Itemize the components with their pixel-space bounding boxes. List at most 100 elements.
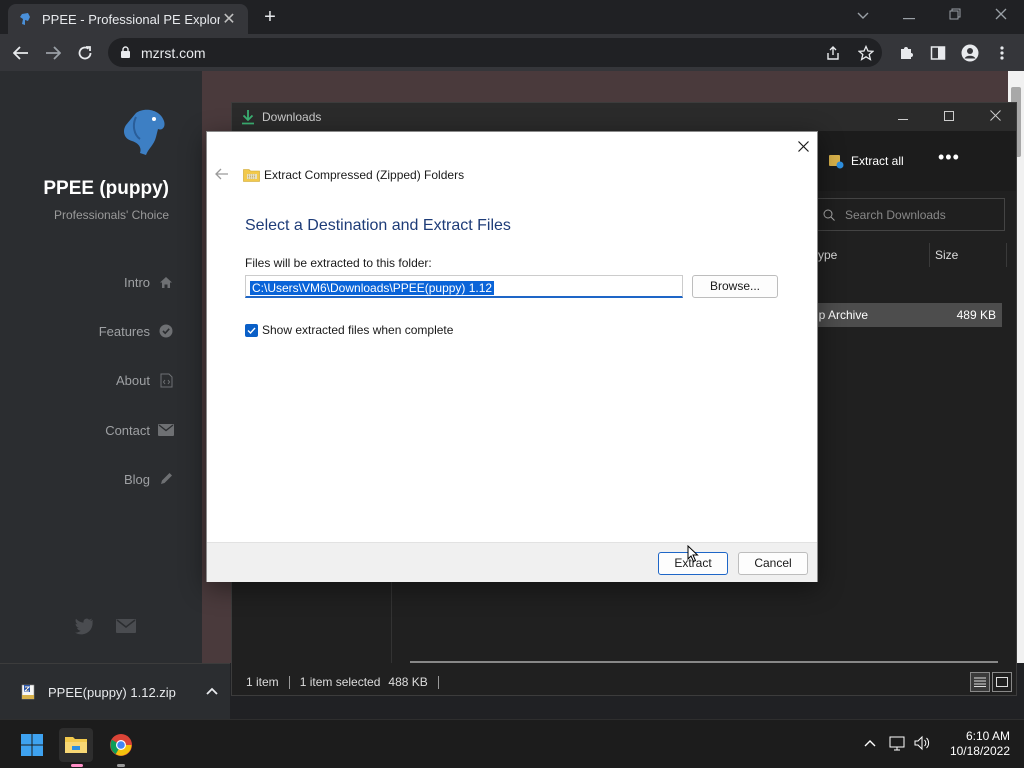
file-row-selected[interactable]: ip Archive 489 KB — [812, 303, 1002, 327]
dialog-footer: Extract Cancel — [207, 542, 817, 582]
column-header-type[interactable]: ype — [818, 248, 837, 262]
website-sidebar: PPEE (puppy) Professionals' Choice Intro… — [0, 71, 202, 663]
status-divider — [288, 675, 290, 689]
destination-path-input[interactable]: C:\Users\VM6\Downloads\PPEE(puppy) 1.12 — [245, 275, 683, 298]
extract-all-icon — [829, 155, 844, 169]
column-header-size[interactable]: Size — [935, 248, 958, 262]
clock-date: 10/18/2022 — [949, 744, 1010, 758]
site-brand: PPEE (puppy) — [43, 178, 169, 199]
nav-intro[interactable]: Intro — [0, 272, 174, 292]
download-shelf-item[interactable]: PPEE(puppy) 1.12.zip — [0, 663, 230, 719]
zipped-folder-icon — [243, 169, 260, 182]
pencil-icon — [158, 471, 174, 487]
explorer-close-icon[interactable] — [972, 103, 1018, 131]
ppee-favicon-icon — [20, 13, 30, 25]
dialog-close-icon[interactable] — [795, 138, 811, 154]
browser-tab-strip: PPEE - Professional PE Explorer ✕ + — [0, 0, 1024, 34]
nav-blog-label: Blog — [123, 471, 150, 487]
lock-icon[interactable] — [120, 46, 131, 59]
address-bar[interactable]: mzrst.com — [108, 38, 882, 67]
windows-taskbar: 6:10 AM 10/18/2022 — [0, 719, 1024, 768]
network-icon[interactable] — [889, 734, 907, 752]
dialog-heading: Select a Destination and Extract Files — [245, 217, 511, 234]
explorer-maximize-icon[interactable] — [926, 103, 972, 131]
taskbar-file-explorer[interactable] — [59, 728, 93, 762]
close-window-icon[interactable] — [978, 0, 1024, 30]
taskbar-chrome[interactable] — [104, 728, 138, 762]
taskbar-clock[interactable]: 6:10 AM 10/18/2022 — [940, 729, 1010, 759]
chevron-up-icon[interactable] — [204, 684, 220, 700]
code-file-icon — [158, 372, 174, 388]
home-icon — [158, 274, 174, 290]
dialog-back-icon[interactable] — [215, 168, 231, 184]
running-app-indicator — [117, 764, 125, 767]
share-icon[interactable] — [823, 43, 843, 63]
horizontal-scrollbar[interactable] — [410, 661, 998, 663]
nav-contact[interactable]: Contact — [0, 420, 174, 440]
url-text: mzrst.com — [141, 44, 206, 61]
navigation-pane[interactable] — [232, 573, 392, 663]
checkbox-checked-icon[interactable] — [245, 323, 258, 337]
mail-social-icon[interactable] — [116, 616, 136, 636]
explorer-title: Downloads — [262, 110, 322, 124]
nav-about[interactable]: About — [0, 370, 174, 390]
tab-close-icon[interactable]: ✕ — [220, 9, 238, 29]
browse-button[interactable]: Browse... — [692, 275, 778, 298]
volume-icon[interactable] — [913, 734, 931, 752]
nav-features[interactable]: Features — [0, 321, 174, 341]
nav-contact-label: Contact — [105, 422, 150, 438]
restore-icon[interactable] — [932, 0, 978, 30]
cancel-button[interactable]: Cancel — [738, 552, 808, 575]
download-filename: PPEE(puppy) 1.12.zip — [48, 685, 176, 700]
browser-toolbar: mzrst.com — [0, 34, 1024, 71]
browser-tab[interactable]: PPEE - Professional PE Explorer ✕ — [8, 4, 248, 34]
destination-path-text: C:\Users\VM6\Downloads\PPEE(puppy) 1.12 — [250, 281, 495, 295]
tab-search-chevron-icon[interactable] — [840, 0, 886, 30]
extract-dialog: Extract Compressed (Zipped) Folders Sele… — [206, 131, 818, 582]
start-button[interactable] — [15, 728, 49, 762]
ppee-dog-logo-icon — [124, 109, 165, 155]
details-view-icon[interactable] — [970, 672, 990, 692]
nav-blog[interactable]: Blog — [0, 469, 174, 489]
explorer-minimize-icon[interactable] — [880, 103, 926, 131]
tiles-view-icon[interactable] — [992, 672, 1012, 692]
zip-file-icon — [21, 684, 35, 700]
minimize-icon[interactable] — [886, 0, 932, 30]
extensions-icon[interactable] — [896, 43, 916, 63]
destination-label: Files will be extracted to this folder: — [245, 256, 432, 270]
clock-time: 6:10 AM — [965, 729, 1010, 743]
new-tab-button[interactable]: + — [258, 6, 282, 30]
column-divider[interactable] — [929, 243, 930, 267]
browser-menu-icon[interactable] — [992, 43, 1012, 63]
explorer-search-input[interactable]: Search Downloads — [812, 198, 1005, 231]
explorer-status-bar: 1 item 1 item selected 488 KB — [232, 669, 1016, 695]
status-selected-size: 488 KB — [388, 675, 428, 689]
windows-logo-icon — [21, 734, 43, 756]
back-icon[interactable] — [8, 40, 34, 66]
dialog-header: Extract Compressed (Zipped) Folders — [243, 168, 464, 182]
profile-avatar-icon[interactable] — [960, 43, 980, 63]
checkbox-label: Show extracted files when complete — [262, 323, 454, 337]
bookmark-star-icon[interactable] — [856, 43, 876, 63]
more-options-icon[interactable]: ••• — [938, 147, 960, 168]
side-panel-icon[interactable] — [928, 43, 948, 63]
dialog-header-title: Extract Compressed (Zipped) Folders — [264, 168, 465, 182]
twitter-icon[interactable] — [74, 616, 94, 636]
forward-icon[interactable] — [40, 40, 66, 66]
envelope-icon — [158, 422, 174, 438]
site-tagline: Professionals' Choice — [53, 208, 169, 222]
extract-all-button[interactable]: Extract all — [828, 153, 904, 169]
file-size: 489 KB — [956, 308, 996, 322]
reload-icon[interactable] — [72, 40, 98, 66]
active-app-indicator — [71, 764, 83, 767]
mouse-cursor-icon — [687, 545, 699, 563]
status-divider — [437, 675, 439, 689]
check-circle-icon — [158, 323, 174, 339]
show-hidden-icons-chevron-icon[interactable] — [861, 734, 879, 752]
file-type: ip Archive — [816, 308, 869, 322]
column-divider[interactable] — [1006, 243, 1007, 267]
show-extracted-checkbox[interactable]: Show extracted files when complete — [245, 323, 453, 337]
folder-icon — [65, 737, 87, 753]
tab-title: PPEE - Professional PE Explorer — [42, 11, 220, 27]
nav-features-label: Features — [98, 323, 150, 339]
